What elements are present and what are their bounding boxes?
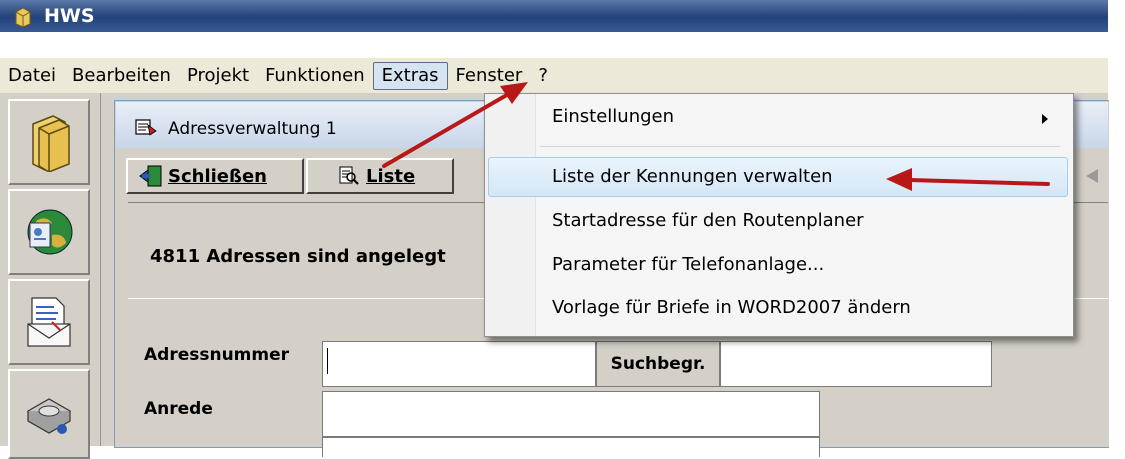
annotation-arrows: [382, 82, 1050, 191]
annotation-arrow-to-extras: [382, 82, 528, 168]
annotation-arrow-to-menu-item: [886, 168, 1050, 191]
